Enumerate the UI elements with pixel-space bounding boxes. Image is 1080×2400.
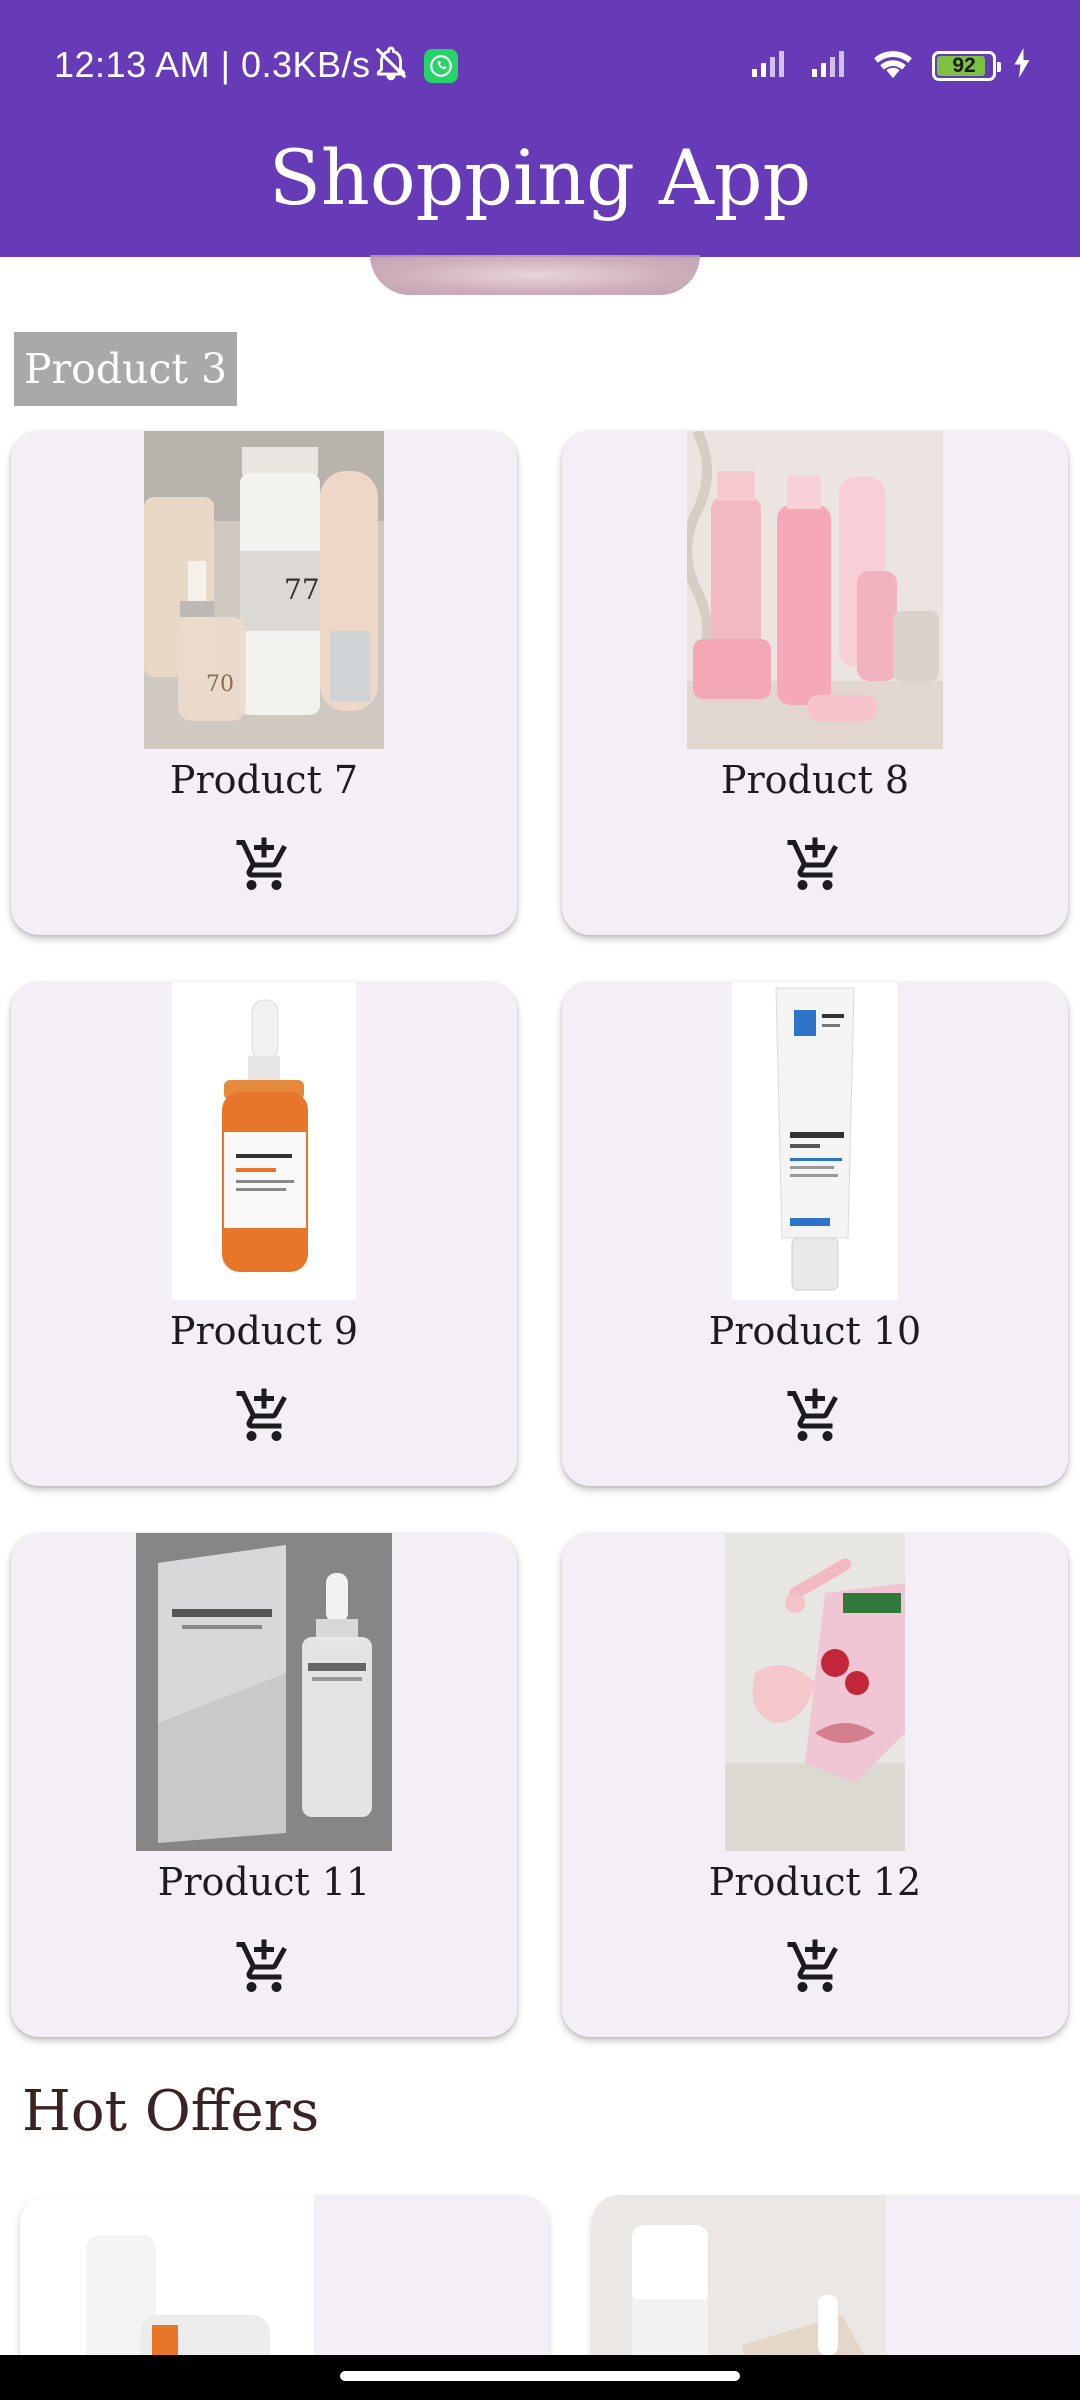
- add-shopping-cart-icon: [234, 1386, 294, 1450]
- add-to-cart-button[interactable]: [232, 835, 296, 899]
- add-to-cart-button[interactable]: [783, 835, 847, 899]
- add-to-cart-button[interactable]: [232, 1386, 296, 1450]
- svg-text:70: 70: [206, 672, 234, 697]
- add-shopping-cart-icon: [785, 1937, 845, 2001]
- product-image: [172, 982, 356, 1300]
- add-shopping-cart-icon: [234, 835, 294, 899]
- app-top-bar: 12:13 AM | 0.3KB/s 92 Shopping App: [0, 0, 1080, 257]
- mute-bell-icon: [372, 44, 410, 87]
- product-name: Product 9: [169, 1309, 359, 1353]
- product-card[interactable]: Product 12: [562, 1533, 1068, 2037]
- add-shopping-cart-icon: [785, 1386, 845, 1450]
- app-title: Shopping App: [268, 133, 812, 222]
- product-card[interactable]: Product 9: [11, 982, 517, 1486]
- svg-text:77: 77: [284, 573, 320, 606]
- signal-icon: [810, 47, 854, 84]
- status-bar: 12:13 AM | 0.3KB/s 92: [0, 0, 1080, 130]
- product-name: Product 7: [169, 758, 359, 802]
- add-to-cart-button[interactable]: [783, 1937, 847, 2001]
- product-card[interactable]: 77 70 Product 7: [11, 431, 517, 935]
- status-notification-icons: [372, 44, 458, 87]
- product-image: [136, 1533, 392, 1851]
- battery-level: 92: [952, 53, 976, 77]
- product-card[interactable]: Product 8: [562, 431, 1068, 935]
- product-name: Product 8: [720, 758, 910, 802]
- product-card[interactable]: Product 11: [11, 1533, 517, 2037]
- product-name: Product 10: [708, 1309, 922, 1353]
- battery-icon: 92: [932, 50, 1001, 81]
- product-name: Product 12: [708, 1860, 922, 1904]
- add-to-cart-button[interactable]: [232, 1937, 296, 2001]
- hot-offers-title: Hot Offers: [22, 2079, 320, 2144]
- status-time: 12:13 AM | 0.3KB/s: [54, 44, 371, 85]
- product-image: [687, 431, 943, 749]
- charging-bolt-icon: [1012, 48, 1032, 83]
- product-image: [732, 982, 898, 1300]
- carousel-product-label[interactable]: Product 3: [14, 332, 238, 406]
- screen: 12:13 AM | 0.3KB/s 92 Shopping App Produ…: [0, 0, 1080, 2400]
- product-image: [725, 1533, 905, 1851]
- home-indicator[interactable]: [340, 2371, 740, 2381]
- product-image: 77 70: [144, 431, 384, 749]
- add-shopping-cart-icon: [234, 1937, 294, 2001]
- add-to-cart-button[interactable]: [783, 1386, 847, 1450]
- system-navigation-bar: [0, 2355, 1080, 2400]
- wifi-icon: [870, 46, 916, 85]
- product-card[interactable]: Product 10: [562, 982, 1068, 1486]
- add-shopping-cart-icon: [785, 835, 845, 899]
- product-name: Product 11: [157, 1860, 371, 1904]
- carousel-image[interactable]: [370, 255, 700, 295]
- whatsapp-icon: [424, 48, 458, 83]
- signal-icon: [750, 47, 794, 84]
- status-system-icons: 92: [750, 46, 1032, 85]
